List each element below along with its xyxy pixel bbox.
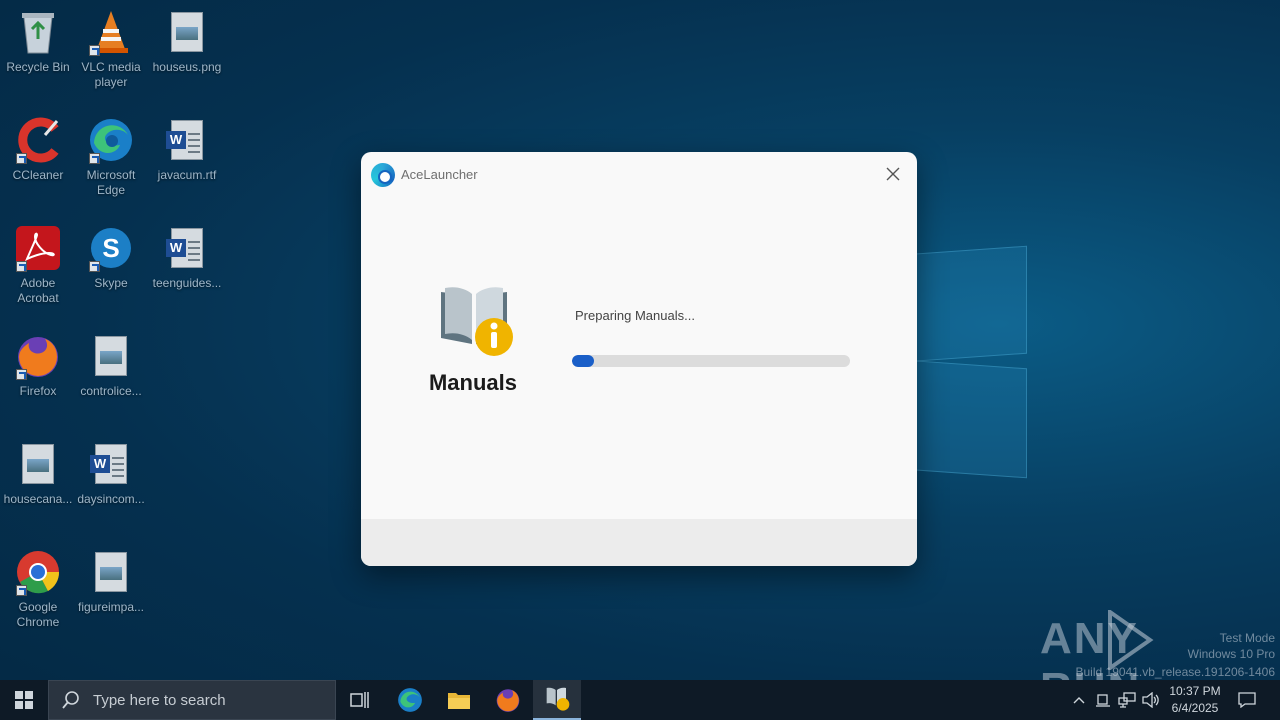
desktop-icon-skype[interactable]: S Skype xyxy=(73,224,149,291)
shortcut-arrow-icon xyxy=(16,261,27,272)
manuals-book-icon xyxy=(437,282,515,360)
word-document-icon: W xyxy=(87,440,135,488)
chrome-icon xyxy=(14,548,62,596)
desktop-icon-vlc[interactable]: VLC media player xyxy=(73,8,149,90)
speaker-icon xyxy=(1142,692,1159,708)
test-mode-text: Test Mode xyxy=(1219,631,1275,645)
desktop-icon-controlice[interactable]: controlice... xyxy=(73,332,149,399)
acelauncher-logo-icon xyxy=(371,163,395,187)
taskbar-edge-button[interactable] xyxy=(386,680,434,720)
status-text: Preparing Manuals... xyxy=(575,308,695,323)
manuals-book-icon xyxy=(546,687,570,711)
desktop-icon-label: controlice... xyxy=(80,384,142,398)
action-center-button[interactable] xyxy=(1234,680,1260,720)
desktop-icon-label: CCleaner xyxy=(12,168,64,182)
recycle-bin-icon xyxy=(14,8,62,56)
firefox-icon xyxy=(14,332,62,380)
firefox-icon xyxy=(496,689,520,712)
build-text: Build 19041.vb_release.191206-1406 xyxy=(1075,665,1276,679)
device-icon xyxy=(1096,694,1110,707)
desktop-icon-label: housecana... xyxy=(3,492,73,506)
dialog-title: AceLauncher xyxy=(401,167,478,182)
desktop-icon-google-chrome[interactable]: Google Chrome xyxy=(0,548,76,630)
clock-date: 6/4/2025 xyxy=(1171,701,1219,715)
vlc-cone-icon xyxy=(87,8,135,56)
start-button[interactable] xyxy=(0,680,48,720)
taskbar-clock[interactable]: 10:37 PM 6/4/2025 xyxy=(1160,683,1230,717)
desktop-icon-firefox[interactable]: Firefox xyxy=(0,332,76,399)
desktop-icon-label: javacum.rtf xyxy=(157,168,217,182)
desktop-icon-label: figureimpa... xyxy=(77,600,145,614)
desktop-icon-edge[interactable]: Microsoft Edge xyxy=(73,116,149,198)
progress-bar xyxy=(572,355,850,367)
ccleaner-icon xyxy=(14,116,62,164)
shortcut-arrow-icon xyxy=(16,369,27,380)
desktop-icon-label: Microsoft Edge xyxy=(86,168,136,197)
desktop-icon-recycle-bin[interactable]: Recycle Bin xyxy=(0,8,76,75)
image-file-icon xyxy=(14,440,62,488)
skype-icon: S xyxy=(87,224,135,272)
network-icon xyxy=(1118,692,1136,708)
taskbar: Type here to search 10:37 PM 6/4/2025 xyxy=(0,680,1280,720)
desktop-icon-label: Google Chrome xyxy=(16,600,60,629)
dialog-footer xyxy=(361,519,917,566)
tray-network-button[interactable] xyxy=(1116,680,1138,720)
tray-meet-now-button[interactable] xyxy=(1092,680,1114,720)
desktop-icon-label: daysincom... xyxy=(77,492,145,506)
task-view-icon xyxy=(350,692,369,708)
shortcut-arrow-icon xyxy=(16,585,27,596)
desktop-icon-houseus-png[interactable]: houseus.png xyxy=(149,8,225,75)
taskbar-firefox-button[interactable] xyxy=(484,680,532,720)
close-icon xyxy=(886,167,900,181)
desktop-icon-label: teenguides... xyxy=(152,276,222,290)
product-name: Manuals xyxy=(428,370,518,395)
shortcut-arrow-icon xyxy=(89,153,100,164)
edge-icon xyxy=(87,116,135,164)
image-file-icon xyxy=(87,548,135,596)
shortcut-arrow-icon xyxy=(16,153,27,164)
taskbar-file-explorer-button[interactable] xyxy=(435,680,483,720)
desktop-icon-label: Recycle Bin xyxy=(6,60,70,74)
desktop-icon-label: Adobe Acrobat xyxy=(17,276,59,305)
windows-logo-icon xyxy=(15,691,33,709)
desktop-icon-daysincom[interactable]: W daysincom... xyxy=(73,440,149,507)
word-document-icon: W xyxy=(163,116,211,164)
desktop-icon-label: VLC media player xyxy=(81,60,141,89)
image-file-icon xyxy=(163,8,211,56)
acrobat-icon xyxy=(14,224,62,272)
shortcut-arrow-icon xyxy=(89,45,100,56)
search-placeholder: Type here to search xyxy=(93,691,226,709)
desktop-icon-teenguides[interactable]: W teenguides... xyxy=(149,224,225,291)
task-view-button[interactable] xyxy=(336,680,384,720)
shortcut-arrow-icon xyxy=(89,261,100,272)
search-icon xyxy=(62,691,79,709)
acelauncher-dialog: AceLauncher Manuals Preparing Manuals... xyxy=(361,152,917,566)
folder-icon xyxy=(448,693,470,709)
edge-icon xyxy=(398,688,422,712)
desktop-icon-adobe-acrobat[interactable]: Adobe Acrobat xyxy=(0,224,76,306)
desktop-icon-label: Firefox xyxy=(19,384,57,398)
desktop-icon-label: Skype xyxy=(94,276,128,290)
progress-fill xyxy=(572,355,595,367)
notification-icon xyxy=(1238,692,1256,708)
desktop-icon-label: houseus.png xyxy=(152,60,222,74)
svg-text:S: S xyxy=(102,233,119,263)
tray-volume-button[interactable] xyxy=(1140,680,1162,720)
clock-time: 10:37 PM xyxy=(1169,684,1221,698)
desktop-icon-housecana[interactable]: housecana... xyxy=(0,440,76,507)
chevron-up-icon xyxy=(1073,697,1085,704)
close-button[interactable] xyxy=(881,162,905,186)
desktop-icon-javacum-rtf[interactable]: W javacum.rtf xyxy=(149,116,225,183)
word-document-icon: W xyxy=(163,224,211,272)
os-edition-text: Windows 10 Pro xyxy=(1187,647,1275,661)
taskbar-search-box[interactable]: Type here to search xyxy=(48,680,336,720)
image-file-icon xyxy=(87,332,135,380)
desktop-icon-figureimpa[interactable]: figureimpa... xyxy=(73,548,149,615)
taskbar-manuals-button[interactable] xyxy=(533,680,581,720)
show-hidden-icons-button[interactable] xyxy=(1068,680,1090,720)
wallpaper-windows-logo xyxy=(905,240,1030,480)
desktop-icon-ccleaner[interactable]: CCleaner xyxy=(0,116,76,183)
